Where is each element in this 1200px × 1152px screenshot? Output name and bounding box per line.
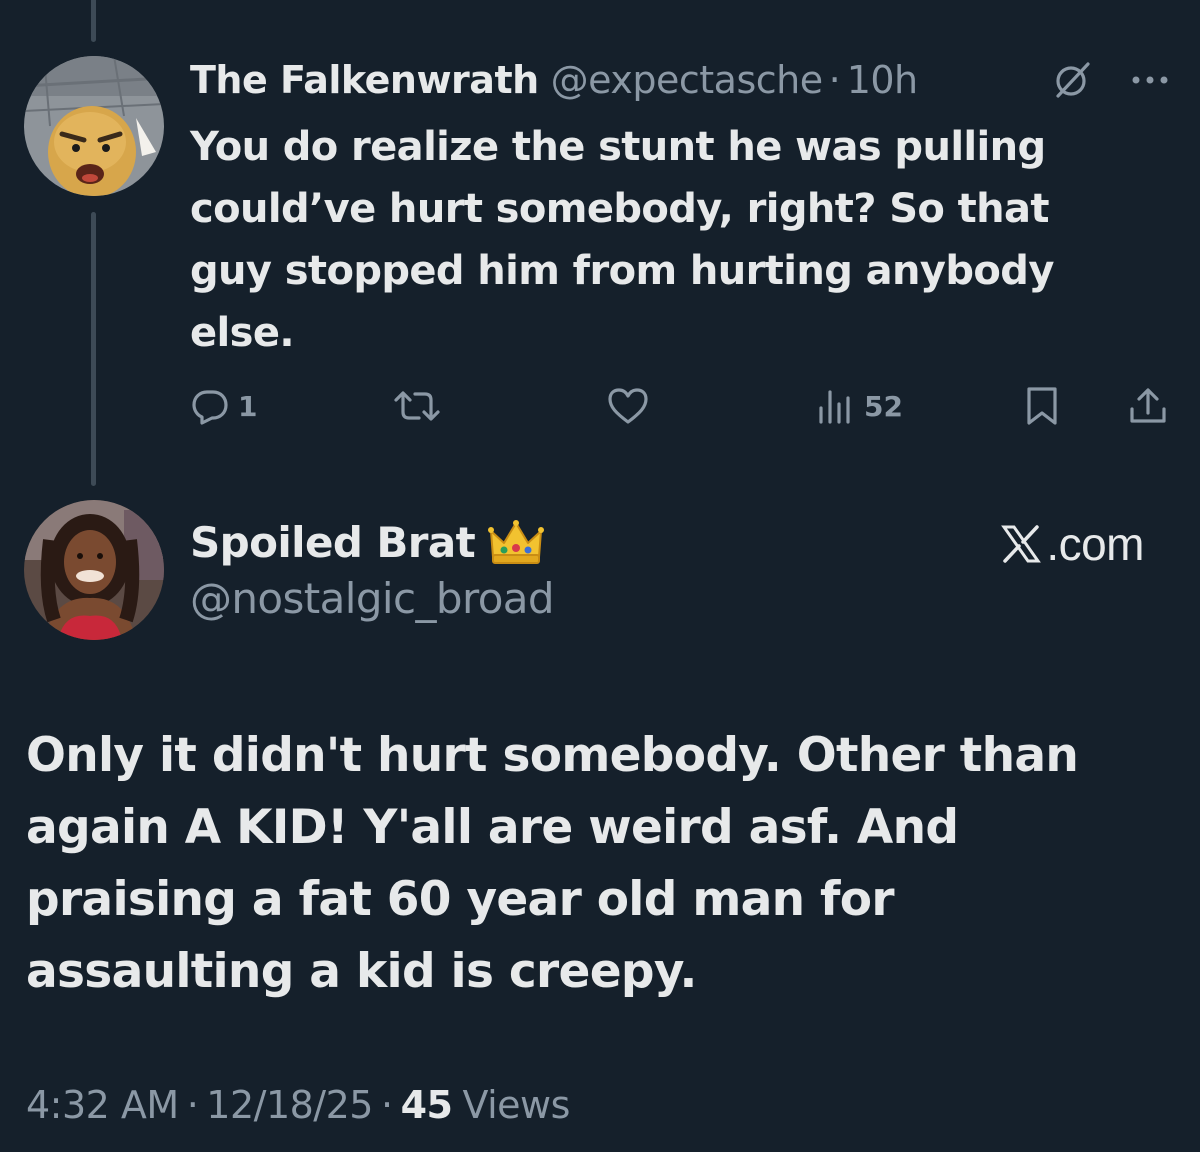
tweet-views-label: Views — [462, 1083, 570, 1127]
brand-watermark: .com — [1000, 514, 1144, 574]
brand-text: .com — [1046, 518, 1144, 570]
crown-emoji — [488, 520, 545, 564]
main-author-avatar[interactable] — [24, 500, 164, 640]
reply-author-name[interactable]: The Falkenwrath — [190, 58, 539, 102]
retweet-button[interactable] — [392, 384, 450, 428]
grok-icon[interactable] — [1052, 60, 1092, 100]
reply-timestamp[interactable]: 10h — [847, 58, 918, 102]
thread-line-top — [91, 0, 96, 42]
x-logo-icon — [1001, 525, 1042, 563]
main-author-name[interactable]: Spoiled Brat — [190, 518, 476, 567]
share-button[interactable] — [1128, 384, 1168, 428]
tweet-time[interactable]: 4:32 AM — [26, 1083, 179, 1127]
like-button[interactable] — [606, 384, 658, 428]
views-count: 52 — [864, 389, 903, 423]
meta-separator: · — [186, 1083, 199, 1127]
bookmark-icon — [1027, 387, 1057, 425]
tweet-views-count: 45 — [400, 1083, 453, 1127]
main-tweet-text: Only it didn't hurt somebody. Other than… — [26, 728, 1079, 999]
reply-tweet-text: You do realize the stunt he was pulling … — [190, 124, 1054, 356]
thread-line — [91, 212, 96, 486]
reply-author-handle[interactable]: @expectasche — [551, 58, 823, 102]
header-separator: · — [828, 58, 841, 102]
tweet-meta: 4:32 AM · 12/18/25 · 45 Views — [26, 1076, 570, 1134]
main-author-name-row: Spoiled Brat — [190, 512, 545, 572]
meta-separator: · — [380, 1083, 393, 1127]
retweet-icon — [394, 391, 440, 421]
tweet-date[interactable]: 12/18/25 — [206, 1083, 373, 1127]
more-icon[interactable] — [1128, 62, 1172, 98]
reply-header: The Falkenwrath @expectasche · 10h — [190, 52, 918, 108]
views-button[interactable]: 52 — [816, 384, 903, 428]
bookmark-button[interactable] — [1024, 384, 1060, 428]
reply-author-avatar[interactable] — [24, 56, 164, 196]
reply-button[interactable]: 1 — [190, 384, 257, 428]
analytics-icon — [819, 390, 850, 424]
heart-icon — [608, 388, 648, 424]
main-author-handle[interactable]: @nostalgic_broad — [190, 574, 555, 623]
reply-count: 1 — [238, 389, 258, 423]
reply-icon — [192, 390, 228, 425]
share-icon — [1130, 388, 1166, 423]
